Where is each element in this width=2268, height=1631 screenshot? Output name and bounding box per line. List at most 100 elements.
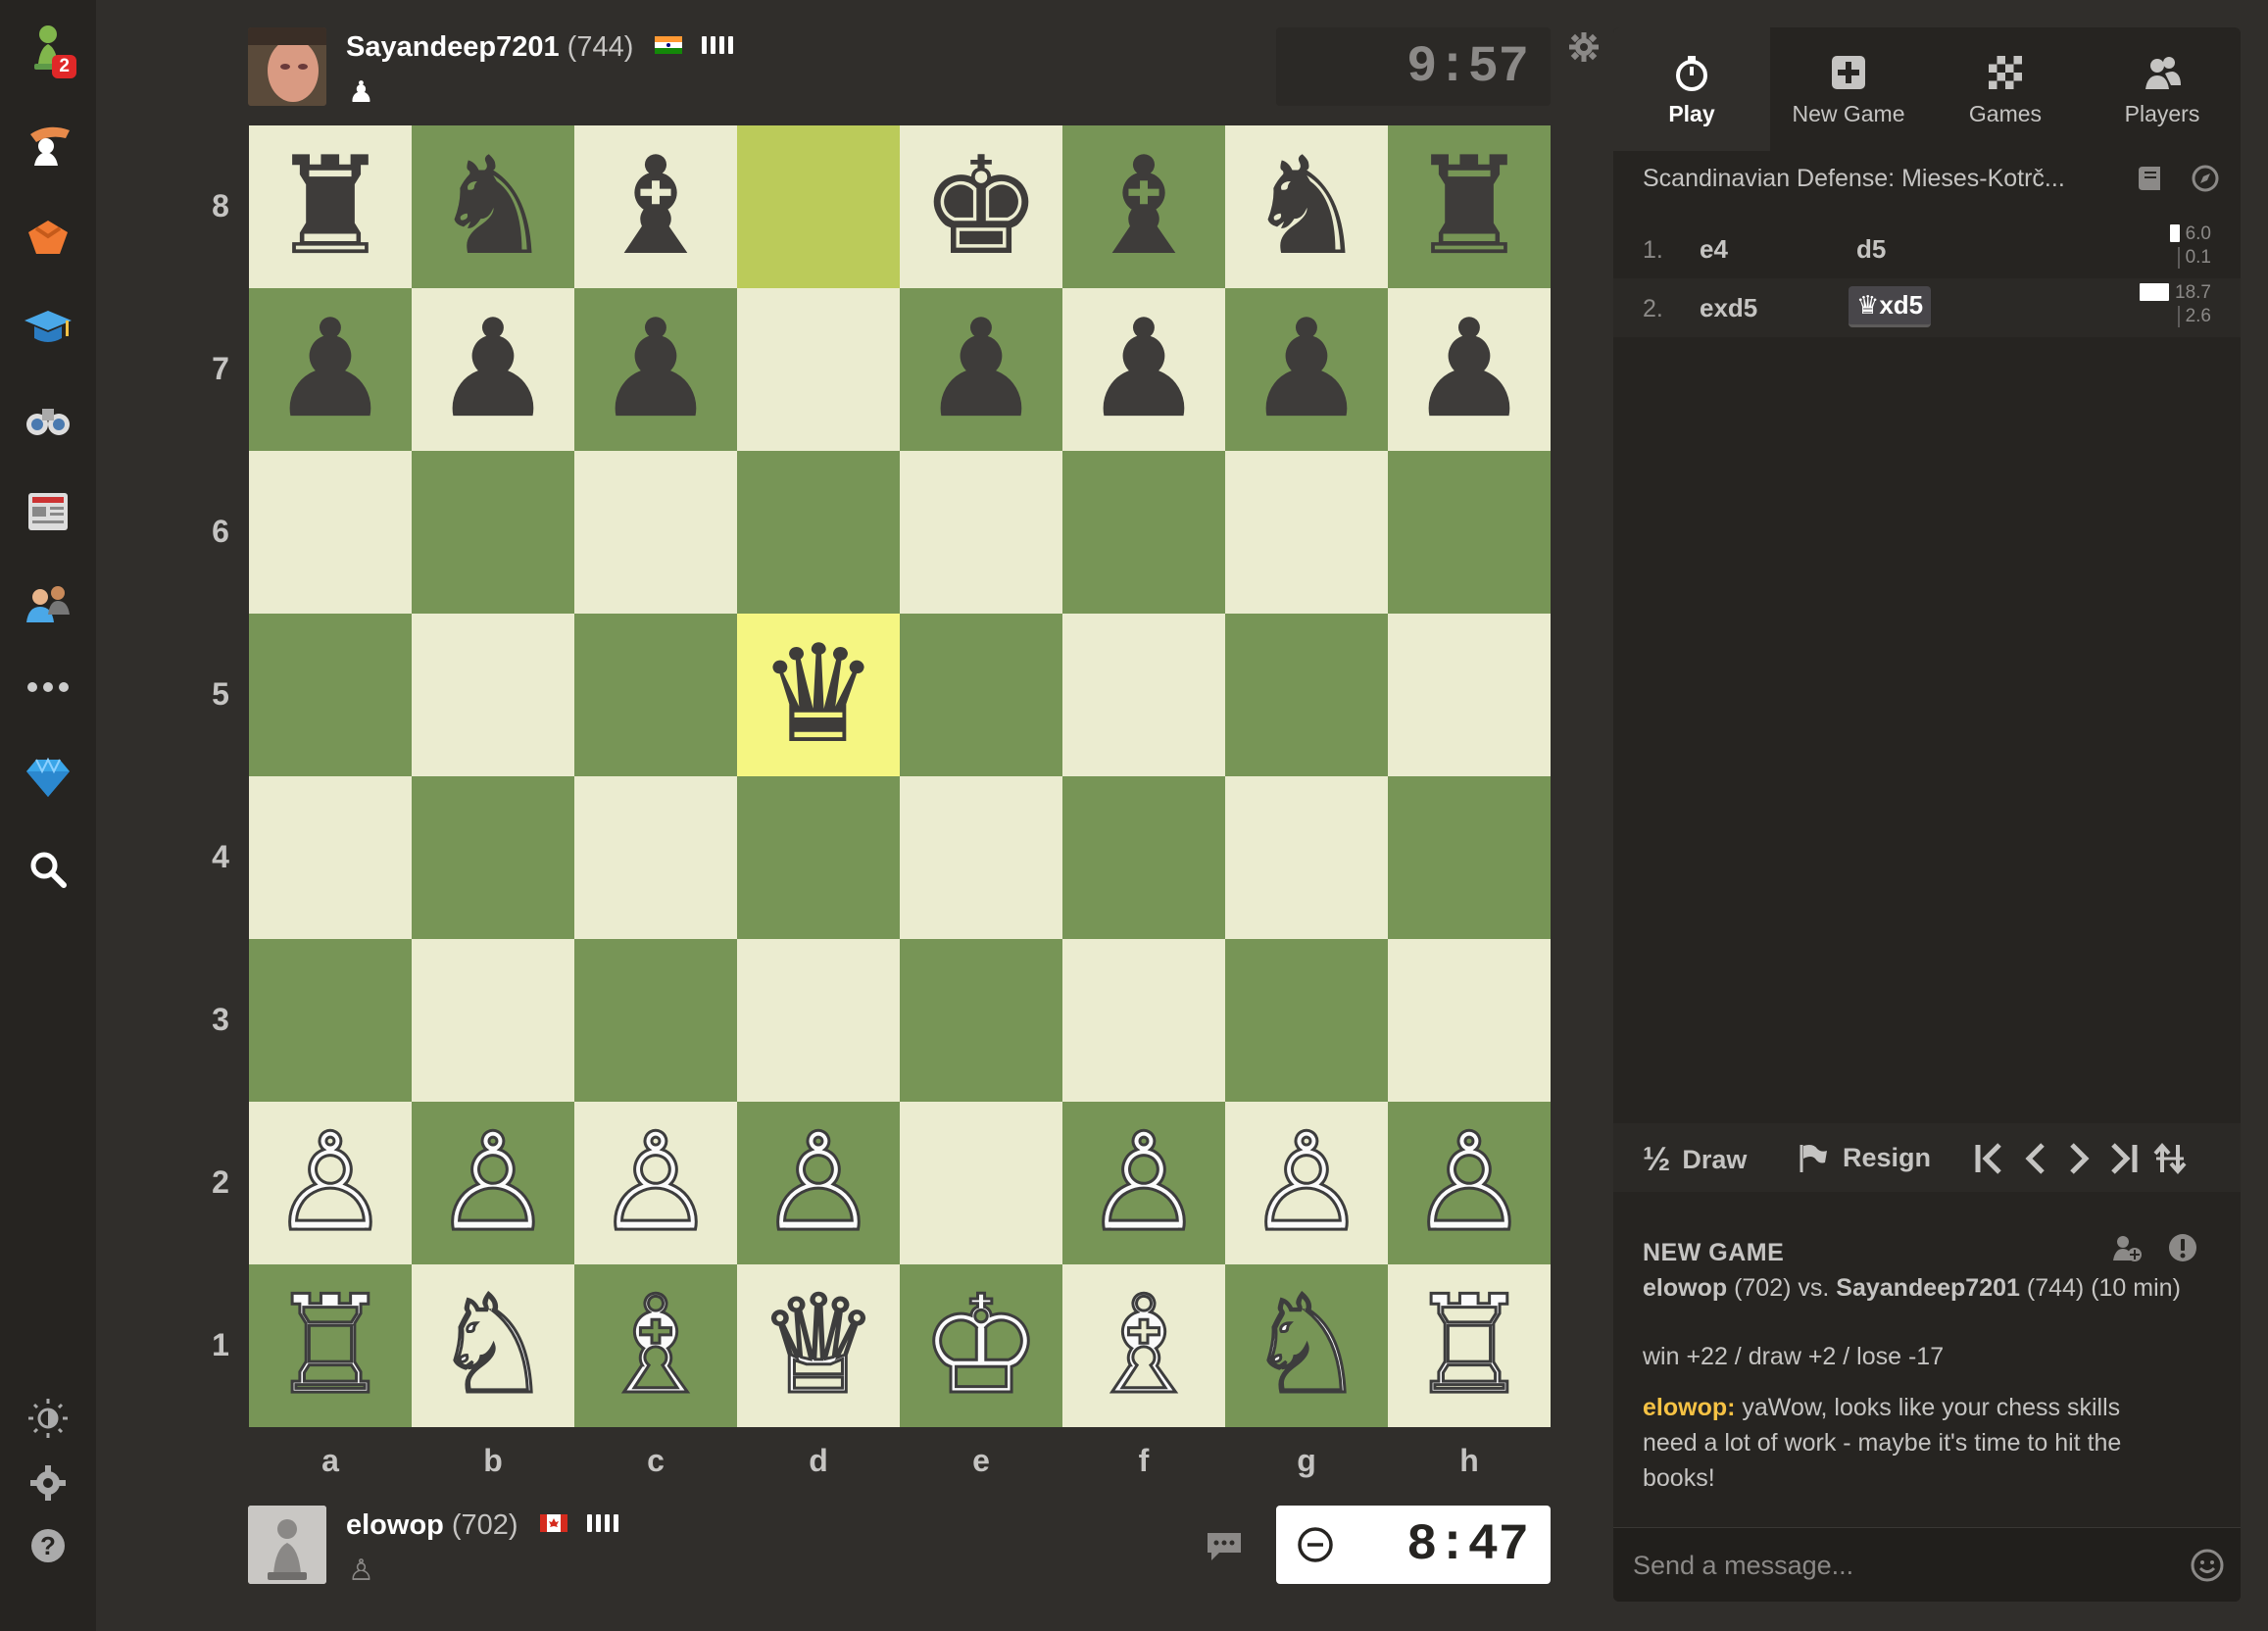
square-b7[interactable]: ♟ — [412, 288, 574, 451]
square-h7[interactable]: ♟ — [1388, 288, 1551, 451]
matchup-white[interactable]: elowop — [1643, 1274, 1727, 1302]
square-e6[interactable] — [900, 451, 1062, 614]
report-icon[interactable] — [2166, 1231, 2199, 1264]
compass-icon[interactable] — [2190, 163, 2221, 194]
square-b2[interactable]: ♙ — [412, 1102, 574, 1264]
chess-board[interactable]: ♜ ♞ ♝ ♚ ♝ ♞ ♜ ♟ ♟ ♟ ♟ ♟ ♟ ♟ ♛ ♙ ♙ ♙ ♙ ♙ ♙ ♙ ♖ ♘ ♗ ♕ ♔ ♗ ♘ ♖ — [249, 125, 1551, 1427]
top-player-avatar[interactable] — [248, 27, 326, 106]
piece-c2[interactable]: ♙ — [594, 1113, 718, 1252]
chat-input[interactable] — [1633, 1546, 2162, 1585]
piece-e8[interactable]: ♚ — [920, 139, 1042, 274]
square-h3[interactable] — [1388, 939, 1551, 1102]
piece-b2[interactable]: ♙ — [431, 1113, 556, 1252]
square-g6[interactable] — [1225, 451, 1388, 614]
tab-play[interactable]: Play — [1613, 27, 1770, 151]
square-f5[interactable] — [1062, 614, 1225, 776]
search-nav[interactable] — [18, 839, 78, 900]
square-e3[interactable] — [900, 939, 1062, 1102]
square-h1[interactable]: ♖ — [1388, 1264, 1551, 1427]
square-c4[interactable] — [574, 776, 737, 939]
piece-d1[interactable]: ♕ — [757, 1276, 881, 1414]
square-g1[interactable]: ♘ — [1225, 1264, 1388, 1427]
piece-f2[interactable]: ♙ — [1082, 1113, 1207, 1252]
square-d6[interactable] — [737, 451, 900, 614]
bottom-player-name[interactable]: elowop (702) — [346, 1507, 622, 1542]
square-g8[interactable]: ♞ — [1225, 125, 1388, 288]
square-b6[interactable] — [412, 451, 574, 614]
piece-c1[interactable]: ♗ — [594, 1276, 718, 1414]
square-b8[interactable]: ♞ — [412, 125, 574, 288]
square-g4[interactable] — [1225, 776, 1388, 939]
white-move[interactable]: e4 — [1700, 234, 1728, 265]
square-c3[interactable] — [574, 939, 737, 1102]
square-g7[interactable]: ♟ — [1225, 288, 1388, 451]
square-f8[interactable]: ♝ — [1062, 125, 1225, 288]
last-move-icon[interactable] — [2103, 1139, 2143, 1178]
square-e5[interactable] — [900, 614, 1062, 776]
watch-nav[interactable] — [18, 388, 78, 449]
square-d8[interactable] — [737, 125, 900, 288]
square-d4[interactable] — [737, 776, 900, 939]
square-b4[interactable] — [412, 776, 574, 939]
piece-h7[interactable]: ♟ — [1408, 302, 1530, 437]
settings-nav[interactable] — [18, 1453, 78, 1513]
chat-message-author[interactable]: elowop: — [1643, 1394, 1735, 1421]
next-move-icon[interactable] — [2058, 1139, 2097, 1178]
square-c8[interactable]: ♝ — [574, 125, 737, 288]
piece-b7[interactable]: ♟ — [432, 302, 554, 437]
matchup-black[interactable]: Sayandeep7201 — [1836, 1274, 2020, 1302]
square-g2[interactable]: ♙ — [1225, 1102, 1388, 1264]
square-b5[interactable] — [412, 614, 574, 776]
square-a3[interactable] — [249, 939, 412, 1102]
tab-players[interactable]: Players — [2084, 27, 2241, 151]
piece-a2[interactable]: ♙ — [269, 1113, 393, 1252]
piece-c8[interactable]: ♝ — [595, 139, 716, 274]
piece-f1[interactable]: ♗ — [1082, 1276, 1207, 1414]
piece-g7[interactable]: ♟ — [1246, 302, 1367, 437]
top-player-username[interactable]: Sayandeep7201 — [346, 31, 560, 63]
chat-bubble-icon[interactable] — [1204, 1529, 1245, 1562]
puzzles-nav[interactable] — [18, 114, 78, 174]
square-a8[interactable]: ♜ — [249, 125, 412, 288]
square-f6[interactable] — [1062, 451, 1225, 614]
square-g5[interactable] — [1225, 614, 1388, 776]
piece-a7[interactable]: ♟ — [270, 302, 391, 437]
piece-h2[interactable]: ♙ — [1407, 1113, 1532, 1252]
square-c7[interactable]: ♟ — [574, 288, 737, 451]
help-nav[interactable]: ? — [18, 1515, 78, 1576]
square-d1[interactable]: ♕ — [737, 1264, 900, 1427]
square-h4[interactable] — [1388, 776, 1551, 939]
flip-board-icon[interactable] — [2150, 1139, 2190, 1178]
tab-games[interactable]: Games — [1927, 27, 2084, 151]
piece-a1[interactable]: ♖ — [269, 1276, 393, 1414]
news-nav[interactable] — [18, 480, 78, 541]
piece-g8[interactable]: ♞ — [1246, 139, 1367, 274]
square-h2[interactable]: ♙ — [1388, 1102, 1551, 1264]
square-g3[interactable] — [1225, 939, 1388, 1102]
piece-b1[interactable]: ♘ — [431, 1276, 556, 1414]
play-nav[interactable]: 2 — [18, 18, 78, 78]
piece-f7[interactable]: ♟ — [1083, 302, 1205, 437]
square-d5[interactable]: ♛ — [737, 614, 900, 776]
square-f3[interactable] — [1062, 939, 1225, 1102]
add-friend-icon[interactable] — [2109, 1231, 2143, 1264]
tab-new-game[interactable]: New Game — [1770, 27, 1927, 151]
square-f1[interactable]: ♗ — [1062, 1264, 1225, 1427]
square-h6[interactable] — [1388, 451, 1551, 614]
square-f4[interactable] — [1062, 776, 1225, 939]
piece-f8[interactable]: ♝ — [1083, 139, 1205, 274]
square-c1[interactable]: ♗ — [574, 1264, 737, 1427]
square-d7[interactable] — [737, 288, 900, 451]
square-a2[interactable]: ♙ — [249, 1102, 412, 1264]
piece-h8[interactable]: ♜ — [1408, 139, 1530, 274]
piece-c7[interactable]: ♟ — [595, 302, 716, 437]
square-b1[interactable]: ♘ — [412, 1264, 574, 1427]
premium-nav[interactable] — [18, 747, 78, 808]
board-settings-gear-icon[interactable] — [1566, 29, 1602, 65]
piece-g1[interactable]: ♘ — [1245, 1276, 1369, 1414]
learn-nav[interactable] — [18, 296, 78, 357]
piece-b8[interactable]: ♞ — [432, 139, 554, 274]
first-move-icon[interactable] — [1970, 1139, 2009, 1178]
square-c5[interactable] — [574, 614, 737, 776]
opening-name[interactable]: Scandinavian Defense: Mieses-Kotrč... — [1643, 165, 2113, 193]
